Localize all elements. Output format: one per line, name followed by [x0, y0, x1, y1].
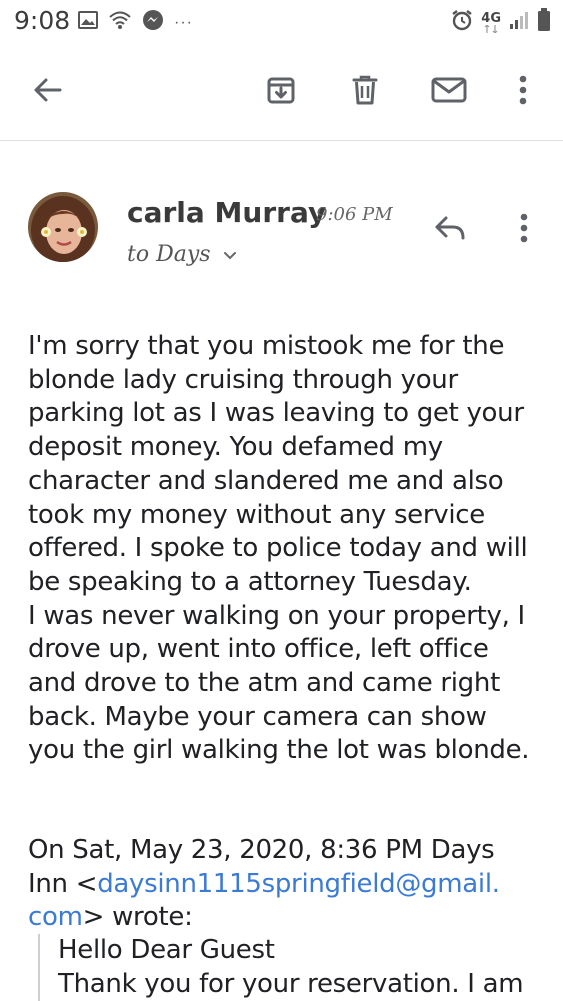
body-line: you the girl walking the lot was blonde. — [28, 735, 530, 766]
more-options-button[interactable] — [501, 70, 545, 114]
body-line: back. Maybe your camera can show — [28, 701, 487, 732]
body-line: drove up, went into office, left office — [28, 634, 489, 665]
reply-icon — [433, 214, 467, 247]
archive-icon — [265, 74, 297, 111]
delete-button[interactable] — [343, 70, 387, 114]
status-left-icons: ··· — [78, 9, 193, 36]
status-bar: 9:08 ··· 4G — [0, 0, 563, 44]
body-line: deposit money. You defamed my — [28, 432, 443, 463]
body-line: I'm sorry that you mistook me for the — [28, 331, 505, 361]
quoted-line: Hello Dear Guest — [58, 935, 275, 965]
sender-email-link[interactable]: daysinn1115springfield@gmail. — [97, 869, 500, 899]
sender-avatar[interactable] — [28, 192, 98, 262]
quote-header-line: Inn <daysinn1115springfield@gmail. — [28, 868, 553, 902]
sender-name[interactable]: carla Murray — [127, 196, 326, 229]
body-line: took my money without any service — [28, 499, 485, 530]
quoted-line: Thank you for your reservation. I am — [58, 968, 524, 999]
body-line: be speaking to a attorney Tuesday. — [28, 566, 472, 597]
quote-header-line: On Sat, May 23, 2020, 8:36 PM Days — [28, 835, 495, 865]
mark-unread-button[interactable] — [427, 70, 471, 114]
quote-header-suffix: > wrote: — [82, 902, 193, 933]
sent-time: 9:06 PM — [316, 204, 393, 225]
more-vert-icon — [518, 74, 528, 111]
back-arrow-icon — [32, 74, 64, 111]
wifi-icon — [108, 10, 132, 35]
reply-button[interactable] — [428, 208, 472, 252]
body-line: and drove to the atm and came right — [28, 668, 500, 699]
status-right-icons: 4G — [451, 8, 551, 37]
body-line: parking lot as I was leaving to get your — [28, 398, 524, 429]
more-vert-icon — [519, 212, 529, 249]
sender-email-link-cont[interactable]: com — [28, 902, 83, 932]
message-body: I'm sorry that you mistook me for the bl… — [28, 330, 553, 768]
archive-button[interactable] — [259, 70, 303, 114]
quote-header: On Sat, May 23, 2020, 8:36 PM Days Inn <… — [28, 834, 553, 935]
delete-icon — [349, 74, 381, 111]
mark-unread-icon — [431, 74, 467, 111]
back-button[interactable] — [26, 70, 70, 114]
messenger-icon — [142, 9, 164, 36]
body-line: blonde lady cruising through your — [28, 364, 458, 395]
chevron-down-icon — [223, 242, 237, 267]
quote-header-prefix: Inn < — [28, 868, 98, 899]
image-icon — [78, 11, 98, 34]
signal-icon — [509, 10, 529, 35]
body-line: offered. I spoke to police today and wil… — [28, 533, 528, 564]
network-indicator: 4G — [481, 12, 501, 33]
alarm-icon — [451, 9, 473, 36]
body-line: I was never walking on your property, I — [28, 600, 525, 631]
body-line: character and slandered me and also — [28, 465, 504, 496]
recipient-text: to Days — [127, 242, 211, 267]
message-more-button[interactable] — [502, 208, 546, 252]
recipient-details-toggle[interactable]: to Days — [127, 242, 237, 267]
battery-icon — [537, 8, 551, 37]
quoted-text-block: Hello Dear Guest Thank you for your rese… — [38, 934, 563, 1001]
toolbar — [0, 44, 563, 141]
quote-header-line: com> wrote: — [28, 901, 553, 935]
status-time: 9:08 — [14, 6, 71, 35]
status-dots: ··· — [174, 13, 193, 31]
